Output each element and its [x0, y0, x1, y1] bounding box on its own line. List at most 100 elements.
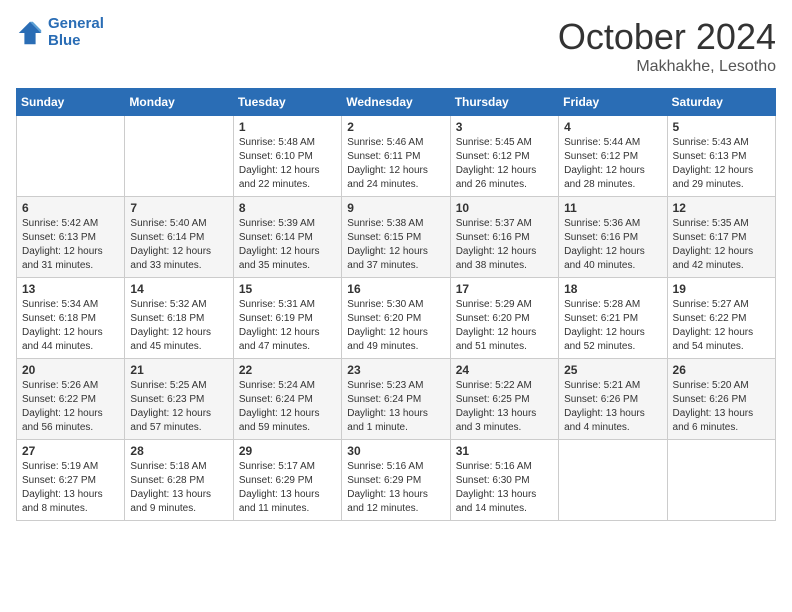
- day-number: 5: [673, 120, 770, 134]
- day-number: 9: [347, 201, 444, 215]
- column-header-sunday: Sunday: [17, 89, 125, 116]
- day-info: Sunrise: 5:35 AM Sunset: 6:17 PM Dayligh…: [673, 217, 770, 273]
- column-header-wednesday: Wednesday: [342, 89, 450, 116]
- day-info: Sunrise: 5:37 AM Sunset: 6:16 PM Dayligh…: [456, 217, 553, 273]
- day-info: Sunrise: 5:48 AM Sunset: 6:10 PM Dayligh…: [239, 136, 336, 192]
- page-header: General Blue October 2024 Makhakhe, Leso…: [16, 16, 776, 76]
- day-number: 1: [239, 120, 336, 134]
- calendar-cell: 10 Sunrise: 5:37 AM Sunset: 6:16 PM Dayli…: [450, 197, 558, 278]
- day-number: 21: [130, 363, 227, 377]
- day-number: 24: [456, 363, 553, 377]
- calendar-header-row: SundayMondayTuesdayWednesdayThursdayFrid…: [17, 89, 776, 116]
- calendar-cell: 9 Sunrise: 5:38 AM Sunset: 6:15 PM Daylig…: [342, 197, 450, 278]
- day-info: Sunrise: 5:25 AM Sunset: 6:23 PM Dayligh…: [130, 379, 227, 435]
- calendar-cell: 17 Sunrise: 5:29 AM Sunset: 6:20 PM Dayli…: [450, 278, 558, 359]
- calendar-cell: 3Sunrise: 5:45 AM Sunset: 6:12 PM Daylig…: [450, 116, 558, 197]
- day-number: 19: [673, 282, 770, 296]
- day-number: 20: [22, 363, 119, 377]
- calendar-week-row: 13 Sunrise: 5:34 AM Sunset: 6:18 PM Dayli…: [17, 278, 776, 359]
- day-number: 25: [564, 363, 661, 377]
- day-info: Sunrise: 5:36 AM Sunset: 6:16 PM Dayligh…: [564, 217, 661, 273]
- calendar-week-row: 6Sunrise: 5:42 AM Sunset: 6:13 PM Daylig…: [17, 197, 776, 278]
- column-header-friday: Friday: [559, 89, 667, 116]
- calendar-cell: 13 Sunrise: 5:34 AM Sunset: 6:18 PM Dayli…: [17, 278, 125, 359]
- calendar-cell: 12 Sunrise: 5:35 AM Sunset: 6:17 PM Dayli…: [667, 197, 775, 278]
- calendar-cell: 16 Sunrise: 5:30 AM Sunset: 6:20 PM Dayli…: [342, 278, 450, 359]
- calendar-cell: 1 Sunrise: 5:48 AM Sunset: 6:10 PM Daylig…: [233, 116, 341, 197]
- day-number: 23: [347, 363, 444, 377]
- day-info: Sunrise: 5:30 AM Sunset: 6:20 PM Dayligh…: [347, 298, 444, 354]
- day-info: Sunrise: 5:26 AM Sunset: 6:22 PM Dayligh…: [22, 379, 119, 435]
- calendar-week-row: 27 Sunrise: 5:19 AM Sunset: 6:27 PM Dayli…: [17, 440, 776, 521]
- calendar-cell: 5 Sunrise: 5:43 AM Sunset: 6:13 PM Daylig…: [667, 116, 775, 197]
- calendar-cell: 11 Sunrise: 5:36 AM Sunset: 6:16 PM Dayli…: [559, 197, 667, 278]
- calendar-cell: 14Sunrise: 5:32 AM Sunset: 6:18 PM Dayli…: [125, 278, 233, 359]
- calendar-cell: [125, 116, 233, 197]
- calendar-cell: 4 Sunrise: 5:44 AM Sunset: 6:12 PM Daylig…: [559, 116, 667, 197]
- calendar-week-row: 1 Sunrise: 5:48 AM Sunset: 6:10 PM Daylig…: [17, 116, 776, 197]
- day-number: 12: [673, 201, 770, 215]
- day-number: 7: [130, 201, 227, 215]
- location-title: Makhakhe, Lesotho: [558, 58, 776, 76]
- day-number: 15: [239, 282, 336, 296]
- day-number: 22: [239, 363, 336, 377]
- logo-icon: [16, 19, 44, 47]
- calendar-cell: 8Sunrise: 5:39 AM Sunset: 6:14 PM Daylig…: [233, 197, 341, 278]
- calendar-cell: 31 Sunrise: 5:16 AM Sunset: 6:30 PM Dayli…: [450, 440, 558, 521]
- calendar-cell: 29 Sunrise: 5:17 AM Sunset: 6:29 PM Dayli…: [233, 440, 341, 521]
- logo-subtext: Blue: [48, 33, 104, 50]
- calendar-cell: [667, 440, 775, 521]
- day-info: Sunrise: 5:43 AM Sunset: 6:13 PM Dayligh…: [673, 136, 770, 192]
- calendar-cell: 23 Sunrise: 5:23 AM Sunset: 6:24 PM Dayli…: [342, 359, 450, 440]
- day-info: Sunrise: 5:38 AM Sunset: 6:15 PM Dayligh…: [347, 217, 444, 273]
- day-number: 11: [564, 201, 661, 215]
- day-info: Sunrise: 5:21 AM Sunset: 6:26 PM Dayligh…: [564, 379, 661, 435]
- day-number: 14: [130, 282, 227, 296]
- day-number: 4: [564, 120, 661, 134]
- calendar-cell: 27 Sunrise: 5:19 AM Sunset: 6:27 PM Dayli…: [17, 440, 125, 521]
- calendar-cell: 20 Sunrise: 5:26 AM Sunset: 6:22 PM Dayli…: [17, 359, 125, 440]
- calendar-table: SundayMondayTuesdayWednesdayThursdayFrid…: [16, 88, 776, 521]
- day-number: 3: [456, 120, 553, 134]
- calendar-cell: 15 Sunrise: 5:31 AM Sunset: 6:19 PM Dayli…: [233, 278, 341, 359]
- calendar-cell: 21 Sunrise: 5:25 AM Sunset: 6:23 PM Dayli…: [125, 359, 233, 440]
- day-number: 10: [456, 201, 553, 215]
- day-number: 18: [564, 282, 661, 296]
- calendar-cell: 2Sunrise: 5:46 AM Sunset: 6:11 PM Daylig…: [342, 116, 450, 197]
- day-number: 27: [22, 444, 119, 458]
- day-info: Sunrise: 5:23 AM Sunset: 6:24 PM Dayligh…: [347, 379, 444, 435]
- day-number: 29: [239, 444, 336, 458]
- column-header-thursday: Thursday: [450, 89, 558, 116]
- calendar-cell: 24 Sunrise: 5:22 AM Sunset: 6:25 PM Dayli…: [450, 359, 558, 440]
- day-info: Sunrise: 5:42 AM Sunset: 6:13 PM Dayligh…: [22, 217, 119, 273]
- day-number: 8: [239, 201, 336, 215]
- day-number: 31: [456, 444, 553, 458]
- day-number: 17: [456, 282, 553, 296]
- day-info: Sunrise: 5:46 AM Sunset: 6:11 PM Dayligh…: [347, 136, 444, 192]
- calendar-week-row: 20 Sunrise: 5:26 AM Sunset: 6:22 PM Dayli…: [17, 359, 776, 440]
- calendar-cell: 25 Sunrise: 5:21 AM Sunset: 6:26 PM Dayli…: [559, 359, 667, 440]
- day-info: Sunrise: 5:17 AM Sunset: 6:29 PM Dayligh…: [239, 460, 336, 516]
- day-number: 26: [673, 363, 770, 377]
- column-header-monday: Monday: [125, 89, 233, 116]
- day-info: Sunrise: 5:19 AM Sunset: 6:27 PM Dayligh…: [22, 460, 119, 516]
- day-number: 13: [22, 282, 119, 296]
- day-info: Sunrise: 5:44 AM Sunset: 6:12 PM Dayligh…: [564, 136, 661, 192]
- calendar-cell: [17, 116, 125, 197]
- day-info: Sunrise: 5:31 AM Sunset: 6:19 PM Dayligh…: [239, 298, 336, 354]
- day-info: Sunrise: 5:18 AM Sunset: 6:28 PM Dayligh…: [130, 460, 227, 516]
- day-info: Sunrise: 5:34 AM Sunset: 6:18 PM Dayligh…: [22, 298, 119, 354]
- calendar-cell: 19 Sunrise: 5:27 AM Sunset: 6:22 PM Dayli…: [667, 278, 775, 359]
- day-info: Sunrise: 5:28 AM Sunset: 6:21 PM Dayligh…: [564, 298, 661, 354]
- day-info: Sunrise: 5:20 AM Sunset: 6:26 PM Dayligh…: [673, 379, 770, 435]
- month-title: October 2024: [558, 16, 776, 58]
- calendar-cell: 6Sunrise: 5:42 AM Sunset: 6:13 PM Daylig…: [17, 197, 125, 278]
- day-number: 16: [347, 282, 444, 296]
- day-info: Sunrise: 5:22 AM Sunset: 6:25 PM Dayligh…: [456, 379, 553, 435]
- day-info: Sunrise: 5:16 AM Sunset: 6:30 PM Dayligh…: [456, 460, 553, 516]
- column-header-tuesday: Tuesday: [233, 89, 341, 116]
- column-header-saturday: Saturday: [667, 89, 775, 116]
- calendar-cell: [559, 440, 667, 521]
- day-info: Sunrise: 5:27 AM Sunset: 6:22 PM Dayligh…: [673, 298, 770, 354]
- day-info: Sunrise: 5:29 AM Sunset: 6:20 PM Dayligh…: [456, 298, 553, 354]
